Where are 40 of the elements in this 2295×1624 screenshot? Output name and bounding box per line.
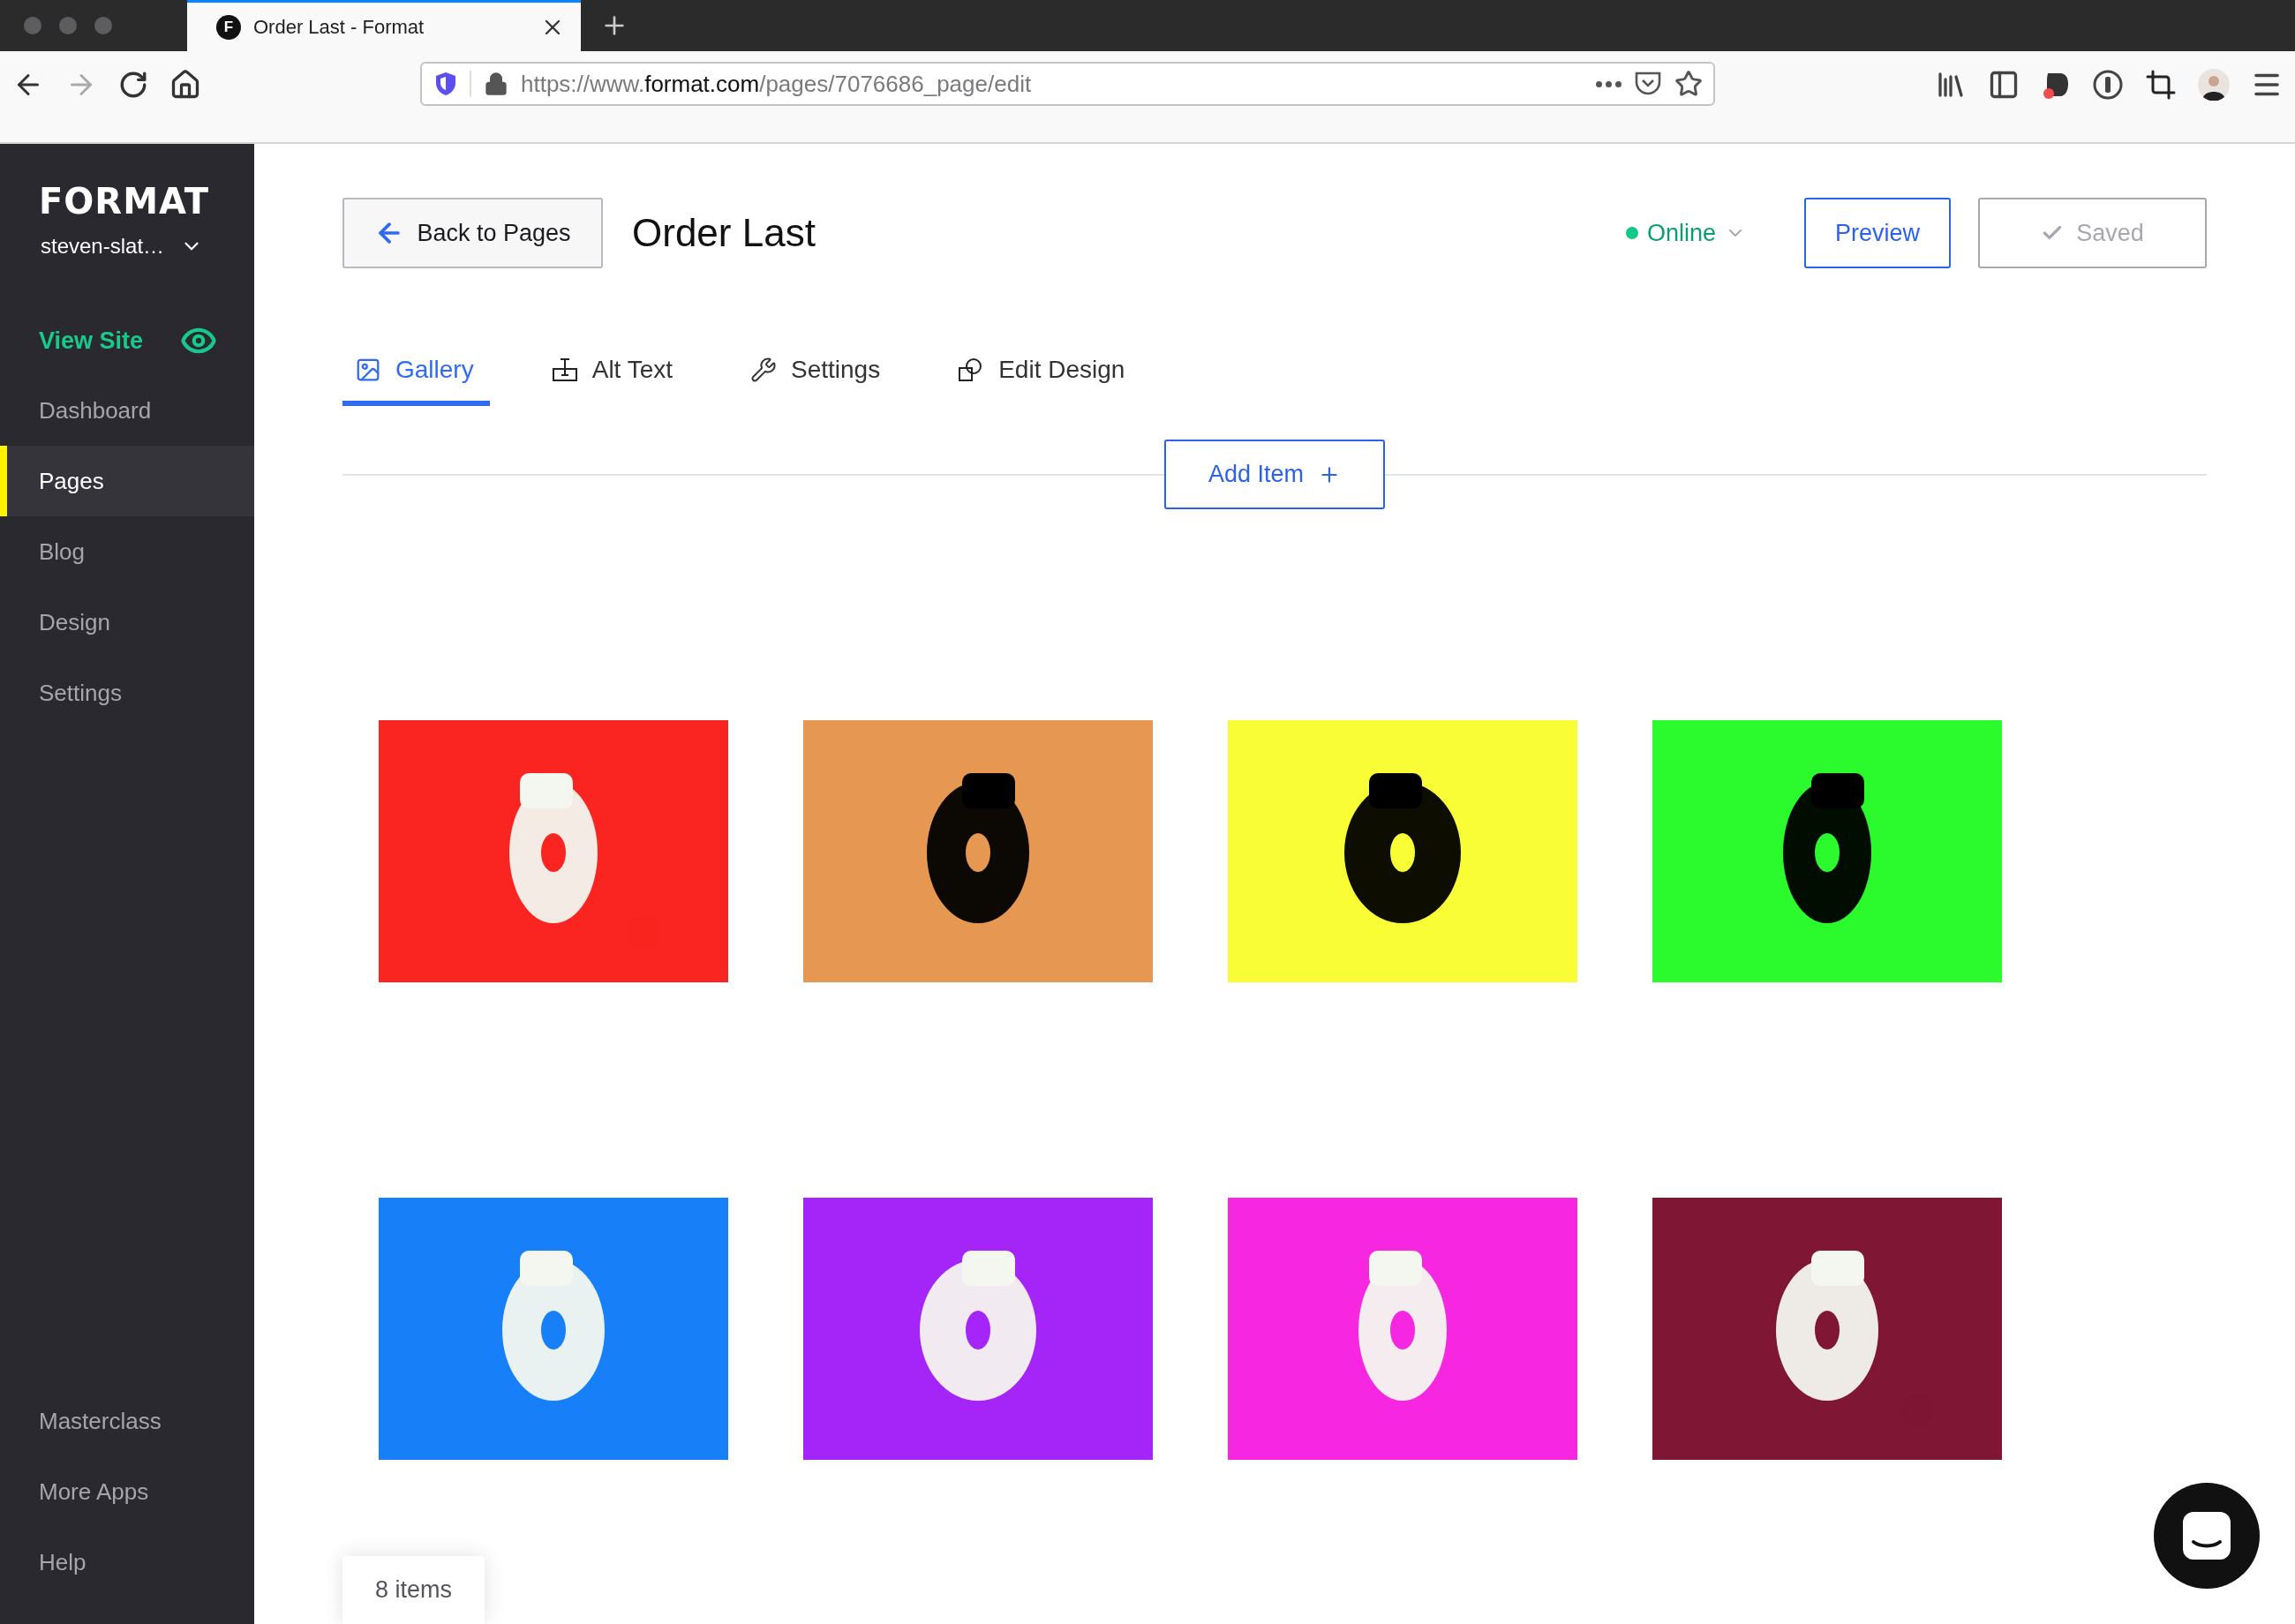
tab-title: Order Last - Format bbox=[253, 15, 425, 39]
item-count: 8 items bbox=[342, 1556, 485, 1624]
url-text: https://www.format.com/pages/7076686_page/edit bbox=[521, 70, 1033, 98]
nav-item[interactable]: More Apps bbox=[0, 1456, 254, 1527]
tab[interactable]: Settings bbox=[738, 344, 897, 406]
nav-item[interactable]: Help bbox=[0, 1527, 254, 1598]
logo: FORMAT bbox=[38, 181, 211, 222]
back-to-pages-button[interactable]: Back to Pages bbox=[342, 198, 603, 268]
view-site-link[interactable]: View Site bbox=[0, 322, 218, 359]
home-icon[interactable] bbox=[169, 69, 201, 101]
preview-button[interactable]: Preview bbox=[1804, 198, 1951, 268]
crop-icon[interactable] bbox=[2145, 69, 2177, 101]
browser-tab[interactable]: F Order Last - Format bbox=[187, 0, 581, 51]
nav-item[interactable]: Pages bbox=[0, 446, 254, 516]
alt-text-icon bbox=[551, 357, 578, 383]
tab[interactable]: Edit Design bbox=[945, 344, 1141, 406]
account-switcher[interactable]: steven-slat… bbox=[0, 234, 204, 259]
tab[interactable]: Alt Text bbox=[538, 344, 688, 406]
key-circle-icon[interactable] bbox=[2092, 69, 2124, 101]
pocket-icon[interactable] bbox=[1634, 71, 1662, 97]
sidebar-icon[interactable] bbox=[1988, 69, 2020, 101]
reload-icon[interactable] bbox=[118, 70, 148, 100]
more-icon[interactable] bbox=[1596, 80, 1622, 87]
favicon: F bbox=[216, 14, 241, 40]
avatar-icon[interactable] bbox=[2198, 69, 2230, 101]
address-bar[interactable]: https://www.format.com/pages/7076686_page/edit bbox=[420, 62, 1715, 106]
nav-item[interactable]: Dashboard bbox=[0, 375, 254, 446]
add-item-button[interactable]: Add Item bbox=[1164, 440, 1385, 509]
wrench-icon bbox=[750, 357, 777, 383]
image-icon bbox=[355, 357, 381, 383]
nav-item[interactable]: Masterclass bbox=[0, 1386, 254, 1456]
nav-item[interactable]: Settings bbox=[0, 658, 254, 728]
nav-item[interactable]: Blog bbox=[0, 516, 254, 587]
status-dropdown[interactable]: Online bbox=[1620, 218, 1751, 248]
page-title: Order Last bbox=[632, 211, 816, 255]
lock-icon bbox=[484, 71, 508, 96]
shield-icon bbox=[434, 71, 457, 97]
star-icon[interactable] bbox=[1674, 70, 1703, 98]
tab[interactable]: Gallery bbox=[342, 344, 490, 406]
nav-item[interactable]: Design bbox=[0, 587, 254, 658]
